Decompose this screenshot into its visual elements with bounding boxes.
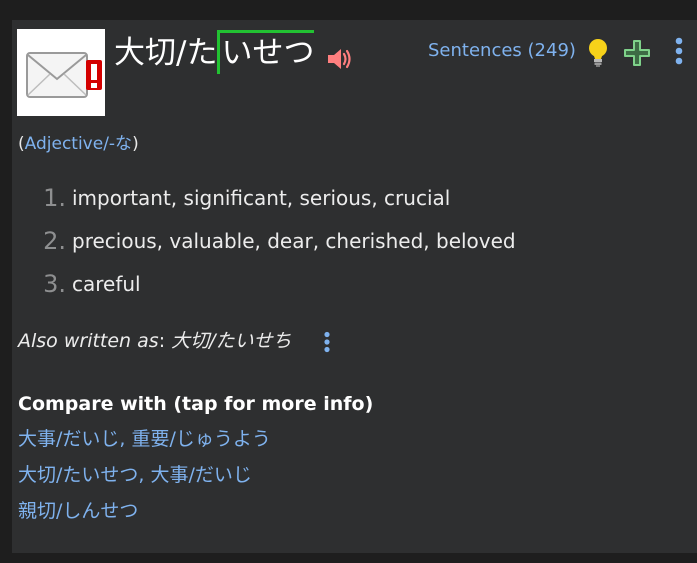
definition-number: 1. (43, 184, 66, 212)
part-of-speech-link[interactable]: Adjective/-な (25, 134, 132, 154)
vertical-dots-menu-icon[interactable] (672, 36, 686, 66)
definition-text: precious, valuable, dear, cherished, bel… (72, 229, 516, 253)
pos-close-paren: ) (132, 134, 139, 154)
also-written-value: 大切/たいせち (171, 330, 292, 352)
envelope-alert-icon[interactable] (17, 29, 105, 116)
definition-number: 2. (43, 227, 66, 255)
also-written-separator: : (158, 330, 172, 352)
headword-kanji: 大切/た (114, 35, 218, 71)
also-written-label: Also written as (18, 330, 159, 352)
add-to-list-plus-icon[interactable] (623, 39, 651, 67)
sentences-link[interactable]: Sentences (249) (428, 39, 576, 63)
speaker-icon[interactable] (326, 45, 356, 73)
definition-text: careful (72, 272, 141, 296)
compare-link[interactable]: 大事/だいじ, 重要/じゅうよう (18, 425, 271, 453)
part-of-speech: (Adjective/-な) (18, 132, 139, 156)
also-written-menu-icon[interactable] (322, 331, 332, 353)
dictionary-entry-card: 大切/た いせつ Sentences (249) (Adjective/-な) … (12, 20, 697, 553)
compare-link[interactable]: 親切/しんせつ (18, 497, 138, 525)
pos-open-paren: ( (18, 134, 25, 154)
lightbulb-icon[interactable] (587, 38, 609, 68)
compare-link[interactable]: 大切/たいせつ, 大事/だいじ (18, 461, 252, 489)
definition-text: important, significant, serious, crucial (72, 186, 451, 210)
compare-with-heading: Compare with (tap for more info) (18, 393, 374, 415)
pitch-accent-marked-reading: いせつ (217, 30, 316, 76)
definition-number: 3. (43, 270, 66, 298)
also-written-as: Also written as: 大切/たいせち (18, 326, 292, 356)
headword: 大切/た いせつ (114, 30, 316, 76)
